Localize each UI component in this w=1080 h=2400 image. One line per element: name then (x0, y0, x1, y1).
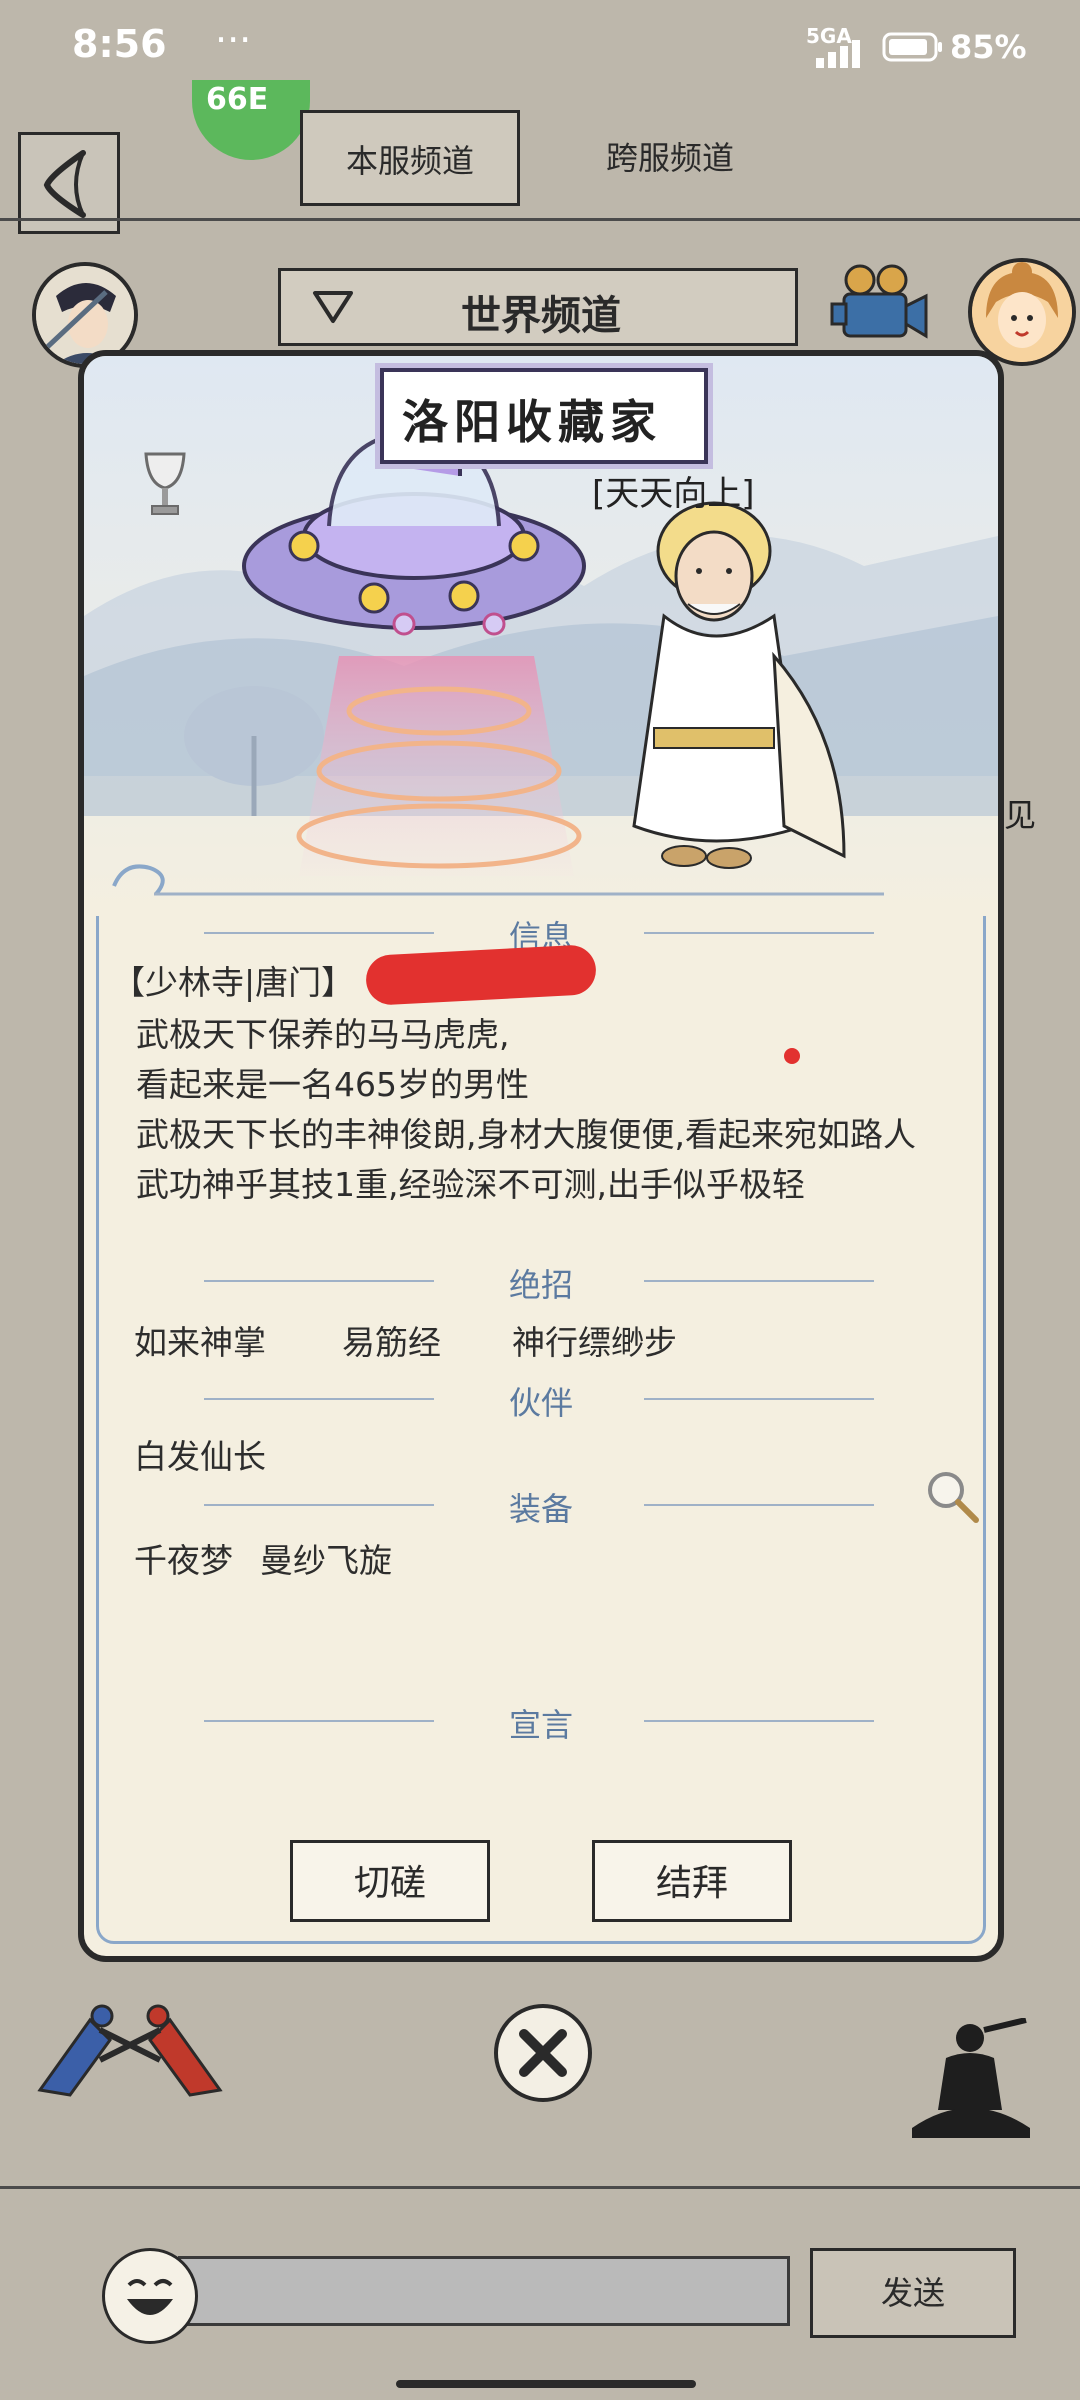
battery-percent: 85% (950, 28, 1027, 66)
channel-selector[interactable]: 世界频道 (278, 268, 798, 346)
trophy-icon[interactable] (140, 450, 190, 520)
meditation-icon[interactable] (906, 2018, 1036, 2144)
section-partner-label: 伙伴 (508, 1384, 573, 1422)
divider (0, 218, 1080, 221)
duel-icon[interactable] (30, 2000, 230, 2100)
background-text-fragment: 见 (1004, 796, 1037, 834)
guild-tag: [天天向上] (592, 474, 755, 514)
signal-icon (816, 40, 860, 68)
move-item[interactable]: 神行缥缈步 (512, 1316, 677, 1364)
divider (644, 1280, 874, 1282)
emoji-button[interactable] (102, 2248, 198, 2344)
player-title: 洛阳收藏家 (402, 395, 662, 449)
notification-badge-text: 66E (206, 82, 269, 117)
triangle-down-icon (313, 291, 353, 323)
tab-local-server[interactable]: 本服频道 (300, 110, 520, 206)
battery-icon (882, 32, 942, 62)
move-item[interactable]: 如来神掌 (134, 1316, 266, 1364)
title-plaque: 洛阳收藏家 (380, 368, 708, 464)
info-line: 武功神乎其技1重,经验深不可测,出手似乎极轻 (136, 1165, 805, 1204)
equipment-item[interactable]: 千夜梦 (134, 1534, 233, 1582)
notification-bubble[interactable]: 66E (192, 80, 310, 160)
channel-title: 世界频道 (461, 293, 621, 339)
section-declaration-label: 宣言 (508, 1706, 573, 1744)
player-info-card: 洛阳收藏家 [天天向上] 信息 【少林寺|唐门】 武极天下保养的马马虎虎, 看起… (78, 350, 1004, 1962)
info-line: 武极天下长的丰神俊朗,身材大腹便便,看起来宛如路人 (136, 1115, 916, 1154)
avatar-self[interactable] (968, 258, 1076, 366)
section-equipment: 装备 (84, 1484, 998, 1528)
home-indicator[interactable] (396, 2380, 696, 2388)
send-button[interactable]: 发送 (810, 2248, 1016, 2338)
divider (644, 1504, 874, 1506)
chevron-left-icon (43, 150, 86, 218)
tab-cross-server[interactable]: 跨服频道 (560, 110, 780, 206)
info-line: 看起来是一名465岁的男性 (136, 1065, 529, 1104)
status-bar: 8:56 ··· 5GA 85% (0, 0, 1080, 100)
girl-avatar-icon (972, 262, 1072, 362)
section-moves-label: 绝招 (508, 1266, 573, 1304)
section-equipment-label: 装备 (508, 1490, 573, 1528)
close-button[interactable] (494, 2004, 592, 2102)
section-partner: 伙伴 (84, 1378, 998, 1422)
status-dots: ··· (215, 18, 252, 62)
red-dot (784, 1048, 800, 1064)
divider (644, 932, 874, 934)
sworn-brother-button[interactable]: 结拜 (592, 1840, 792, 1922)
divider (0, 2186, 1080, 2189)
chat-input[interactable] (178, 2256, 790, 2326)
laughing-face-icon (112, 2258, 188, 2334)
equipment-item[interactable]: 曼纱飞旋 (260, 1534, 392, 1582)
magnifier-icon[interactable] (922, 1466, 982, 1526)
camera-icon[interactable] (830, 262, 930, 348)
info-header: 【少林寺|唐门】 (112, 963, 355, 1002)
divider (644, 1720, 874, 1722)
close-icon (519, 2029, 567, 2077)
partner-item[interactable]: 白发仙长 (134, 1430, 266, 1478)
section-moves: 绝招 (84, 1260, 998, 1304)
spar-button[interactable]: 切磋 (290, 1840, 490, 1922)
status-time: 8:56 (72, 22, 167, 66)
move-item[interactable]: 易筋经 (342, 1316, 441, 1364)
info-line: 武极天下保养的马马虎虎, (136, 1015, 510, 1054)
divider (644, 1398, 874, 1400)
section-declaration: 宣言 (84, 1700, 998, 1744)
